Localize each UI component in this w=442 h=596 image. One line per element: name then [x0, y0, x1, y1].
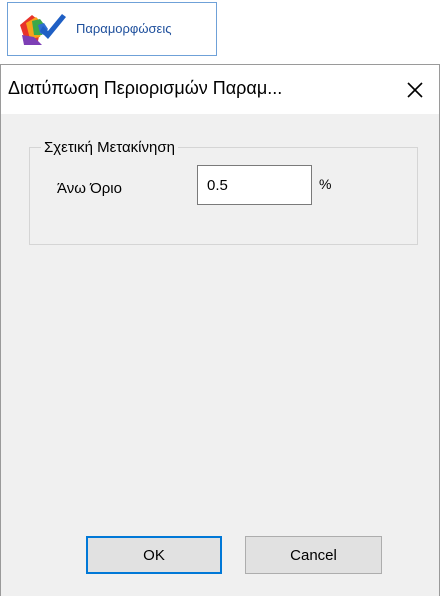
deformations-ribbon-button[interactable]: Παραμορφώσεις: [7, 2, 217, 56]
dialog-title: Διατύπωση Περιορισμών Παραμ...: [8, 78, 283, 98]
deformation-icon: [20, 14, 66, 45]
cancel-button[interactable]: Cancel: [245, 536, 382, 574]
ok-button[interactable]: OK: [86, 536, 222, 574]
group-legend: Σχετική Μετακίνηση: [41, 139, 178, 156]
close-icon: [407, 81, 423, 98]
dialog-titlebar[interactable]: Διατύπωση Περιορισμών Παραμ...: [1, 65, 439, 114]
constraints-dialog: Διατύπωση Περιορισμών Παραμ... Σχετική Μ…: [0, 64, 440, 596]
percent-unit-label: %: [319, 176, 332, 192]
upper-limit-label: Άνω Όριο: [57, 180, 122, 197]
screen: Παραμορφώσεις Διατύπωση Περιορισμών Παρα…: [0, 0, 442, 596]
close-button[interactable]: [391, 65, 439, 114]
upper-limit-input[interactable]: [197, 165, 312, 205]
deformations-label: Παραμορφώσεις: [76, 21, 172, 36]
